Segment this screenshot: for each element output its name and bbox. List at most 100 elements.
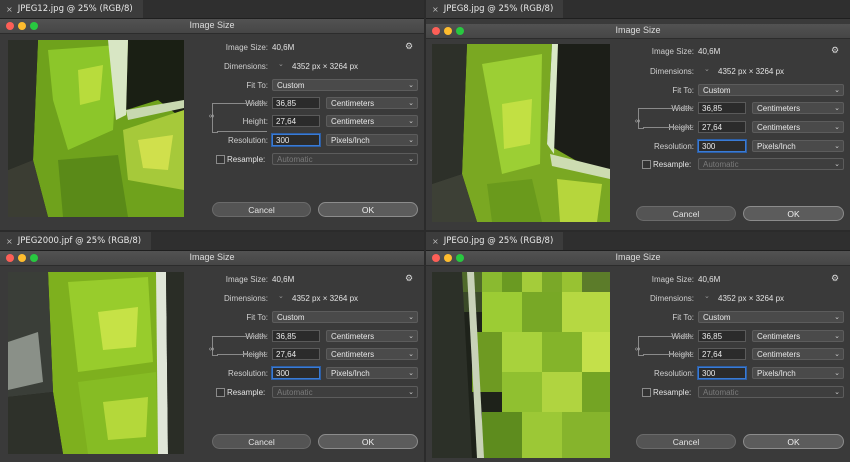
dimensions-value: 4352 px × 3264 px xyxy=(292,294,359,303)
resample-checkbox[interactable] xyxy=(216,388,225,397)
close-icon[interactable]: × xyxy=(6,237,13,246)
width-unit-select[interactable]: Centimeters ⌄ xyxy=(326,97,418,109)
fit-to-select[interactable]: Custom ⌄ xyxy=(698,84,844,96)
fit-to-select[interactable]: Custom ⌄ xyxy=(272,311,418,323)
width-field[interactable]: 36,85 xyxy=(698,102,746,114)
dialog-titlebar: Image Size xyxy=(0,19,424,34)
width-field[interactable]: 36,85 xyxy=(272,330,320,342)
resolution-unit-select[interactable]: Pixels/Inch ⌄ xyxy=(326,367,418,379)
chevron-down-icon: ⌄ xyxy=(834,143,840,150)
document-tab[interactable]: × JPEG0.jpg @ 25% (RGB/8) xyxy=(426,232,564,250)
fit-to-value: Custom xyxy=(703,86,731,95)
dialog-title: Image Size xyxy=(189,20,235,30)
dimensions-value: 4352 px × 3264 px xyxy=(292,62,359,71)
ok-button[interactable]: OK xyxy=(318,434,418,449)
resample-select: Automatic ⌄ xyxy=(272,153,418,165)
chevron-down-icon: ⌄ xyxy=(834,124,840,131)
chevron-down-icon: ⌄ xyxy=(834,105,840,112)
image-preview[interactable] xyxy=(8,272,184,454)
height-unit-value: Centimeters xyxy=(331,350,375,359)
height-field[interactable]: 27,64 xyxy=(698,121,746,133)
tab-label: JPEG0.jpg @ 25% (RGB/8) xyxy=(443,236,554,246)
height-field[interactable]: 27,64 xyxy=(272,348,320,360)
resolution-unit-select[interactable]: Pixels/Inch ⌄ xyxy=(752,367,844,379)
resample-select: Automatic ⌄ xyxy=(272,386,418,398)
resample-value: Automatic xyxy=(277,388,313,397)
resample-checkbox[interactable] xyxy=(642,160,651,169)
resolution-unit-select[interactable]: Pixels/Inch ⌄ xyxy=(326,134,418,146)
cancel-button[interactable]: Cancel xyxy=(636,434,736,449)
chevron-down-icon: ⌄ xyxy=(834,333,840,340)
chevron-down-icon[interactable]: ⌄ xyxy=(278,60,284,68)
height-field[interactable]: 27,64 xyxy=(698,348,746,360)
link-icon[interactable]: ∞ xyxy=(635,346,640,353)
resolution-field[interactable]: 300 xyxy=(698,367,746,379)
resample-select: Automatic ⌄ xyxy=(698,158,844,170)
resolution-label: Resolution: xyxy=(227,136,268,145)
cancel-button[interactable]: Cancel xyxy=(636,206,736,221)
cancel-button[interactable]: Cancel xyxy=(212,202,311,217)
width-unit-select[interactable]: Centimeters ⌄ xyxy=(326,330,418,342)
gear-icon[interactable]: ⚙ xyxy=(405,273,413,284)
image-preview[interactable] xyxy=(432,44,610,222)
ok-button[interactable]: OK xyxy=(743,434,844,449)
cancel-button[interactable]: Cancel xyxy=(212,434,311,449)
dimensions-label: Dimensions: xyxy=(649,67,694,76)
resolution-field[interactable]: 300 xyxy=(272,134,320,146)
ok-button[interactable]: OK xyxy=(743,206,844,221)
gear-icon[interactable]: ⚙ xyxy=(831,45,839,56)
dialog-title: Image Size xyxy=(615,25,661,35)
width-bracket-line xyxy=(643,108,693,109)
height-unit-select[interactable]: Centimeters ⌄ xyxy=(326,348,418,360)
resolution-field[interactable]: 300 xyxy=(698,140,746,152)
tab-label: JPEG8.jpg @ 25% (RGB/8) xyxy=(443,4,554,14)
image-preview[interactable] xyxy=(432,272,610,458)
height-unit-select[interactable]: Centimeters ⌄ xyxy=(326,115,418,127)
document-tab[interactable]: × JPEG8.jpg @ 25% (RGB/8) xyxy=(426,0,564,18)
dimensions-value: 4352 px × 3264 px xyxy=(718,294,785,303)
fit-to-select[interactable]: Custom ⌄ xyxy=(272,79,418,91)
image-preview[interactable] xyxy=(8,40,184,217)
chevron-down-icon[interactable]: ⌄ xyxy=(704,292,710,300)
link-icon[interactable]: ∞ xyxy=(209,346,214,353)
document-tab[interactable]: × JPEG12.jpg @ 25% (RGB/8) xyxy=(0,0,143,18)
ok-button[interactable]: OK xyxy=(318,202,418,217)
resample-checkbox[interactable] xyxy=(642,388,651,397)
link-icon[interactable]: ∞ xyxy=(635,118,640,125)
resolution-unit-value: Pixels/Inch xyxy=(331,369,370,378)
width-unit-select[interactable]: Centimeters ⌄ xyxy=(752,330,844,342)
width-field[interactable]: 36,85 xyxy=(698,330,746,342)
document-tab[interactable]: × JPEG2000.jpf @ 25% (RGB/8) xyxy=(0,232,152,250)
window-jpeg0: × JPEG0.jpg @ 25% (RGB/8) Image Size Ima… xyxy=(426,232,850,462)
resolution-unit-value: Pixels/Inch xyxy=(757,142,796,151)
close-icon[interactable]: × xyxy=(432,5,439,14)
resolution-field[interactable]: 300 xyxy=(272,367,320,379)
fit-to-select[interactable]: Custom ⌄ xyxy=(698,311,844,323)
chevron-down-icon: ⌄ xyxy=(408,351,414,358)
height-unit-select[interactable]: Centimeters ⌄ xyxy=(752,121,844,133)
chevron-down-icon[interactable]: ⌄ xyxy=(278,292,284,300)
fit-to-label: Fit To: xyxy=(672,313,694,322)
image-size-value: 40,6M xyxy=(272,43,295,52)
resolution-unit-select[interactable]: Pixels/Inch ⌄ xyxy=(752,140,844,152)
image-size-value: 40,6M xyxy=(698,47,721,56)
chevron-down-icon: ⌄ xyxy=(408,333,414,340)
chevron-down-icon[interactable]: ⌄ xyxy=(704,65,710,73)
dimensions-label: Dimensions: xyxy=(223,62,268,71)
tab-label: JPEG12.jpg @ 25% (RGB/8) xyxy=(17,4,133,14)
width-unit-select[interactable]: Centimeters ⌄ xyxy=(752,102,844,114)
gear-icon[interactable]: ⚙ xyxy=(405,41,413,52)
height-field[interactable]: 27,64 xyxy=(272,115,320,127)
resample-label: Resample: xyxy=(227,388,266,397)
gear-icon[interactable]: ⚙ xyxy=(831,273,839,284)
link-icon[interactable]: ∞ xyxy=(209,113,214,120)
resample-checkbox[interactable] xyxy=(216,155,225,164)
resolution-label: Resolution: xyxy=(227,369,268,378)
close-icon[interactable]: × xyxy=(432,237,439,246)
width-field[interactable]: 36,85 xyxy=(272,97,320,109)
chevron-down-icon: ⌄ xyxy=(834,161,840,168)
close-icon[interactable]: × xyxy=(6,5,13,14)
window-jpeg8: × JPEG8.jpg @ 25% (RGB/8) Image Size Ima… xyxy=(426,0,850,230)
height-unit-select[interactable]: Centimeters ⌄ xyxy=(752,348,844,360)
chevron-down-icon: ⌄ xyxy=(408,314,414,321)
